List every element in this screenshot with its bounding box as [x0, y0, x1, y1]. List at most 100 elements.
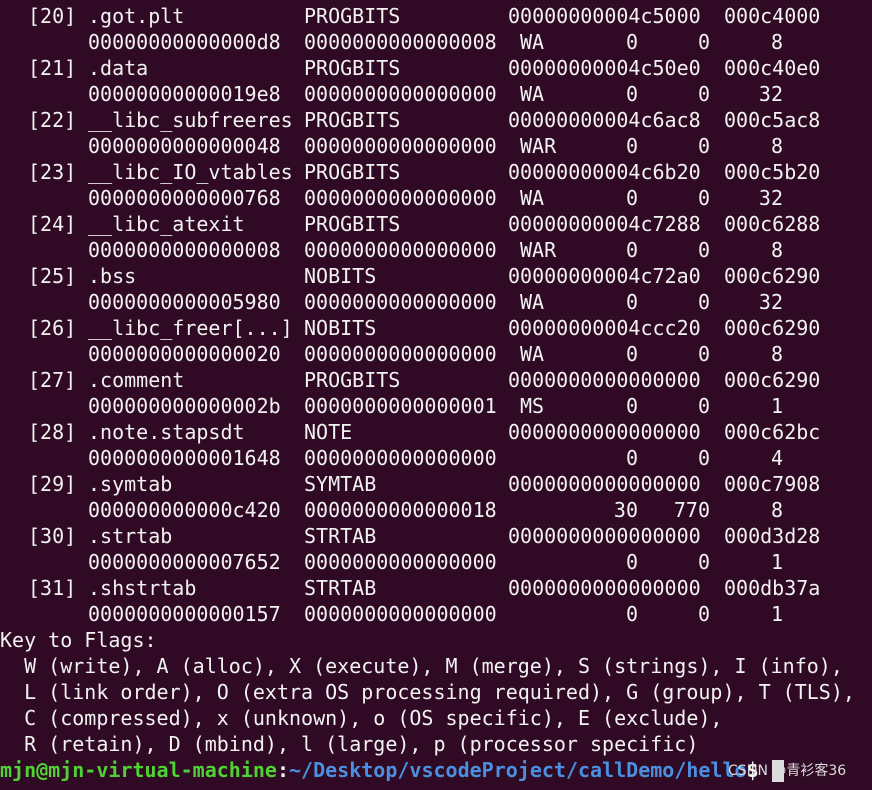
- section-flags: WA: [520, 342, 545, 366]
- section-info: 0: [697, 30, 710, 54]
- section-offset: 000c4000: [724, 4, 821, 28]
- section-link: 0: [625, 342, 638, 366]
- section-name: .strtab: [88, 524, 173, 548]
- key-to-flags-line: C (compressed), x (unknown), o (OS speci…: [0, 706, 723, 730]
- section-offset: 000c6290: [724, 316, 821, 340]
- section-index: [20]: [28, 4, 77, 28]
- section-offset: 000d3d28: [724, 524, 821, 548]
- section-type: PROGBITS: [304, 368, 401, 392]
- section-address: 00000000004c5000: [508, 4, 701, 28]
- section-align: 8: [770, 498, 783, 522]
- section-type: PROGBITS: [304, 160, 401, 184]
- section-offset: 000c5ac8: [724, 108, 821, 132]
- section-row: [20] .got.plt PROGBITS 00000000004c5000 000c…: [0, 3, 872, 29]
- section-size: 0000000000000157: [88, 602, 281, 626]
- section-row-detail: 0000000000000768 0000000000000000 WA 0 0 32: [0, 185, 872, 211]
- section-index: [31]: [28, 576, 77, 600]
- section-type: PROGBITS: [304, 108, 401, 132]
- section-name: __libc_subfreeres: [88, 108, 293, 132]
- section-name: .note.stapsdt: [88, 420, 245, 444]
- key-to-flags-line: L (link order), O (extra OS processing r…: [0, 680, 855, 704]
- section-offset: 000c62bc: [724, 420, 821, 444]
- section-row: [30] .strtab STRTAB 0000000000000000 000d3d2…: [0, 523, 872, 549]
- section-row: [23] __libc_IO_vtables PROGBITS 00000000004…: [0, 159, 872, 185]
- section-address: 0000000000000000: [508, 472, 701, 496]
- section-link: 0: [625, 134, 638, 158]
- section-index: [26]: [28, 316, 77, 340]
- section-type: SYMTAB: [304, 472, 377, 496]
- section-entsize: 0000000000000000: [304, 550, 497, 574]
- section-info: 0: [697, 290, 710, 314]
- section-address: 00000000004c50e0: [508, 56, 701, 80]
- section-flags: WAR: [520, 134, 557, 158]
- section-size: 0000000000001648: [88, 446, 281, 470]
- section-link: 0: [625, 238, 638, 262]
- section-row-detail: 000000000000c420 0000000000000018 30 770 8: [0, 497, 872, 523]
- section-align: 8: [770, 238, 783, 262]
- section-entsize: 0000000000000000: [304, 602, 497, 626]
- section-name: __libc_atexit: [88, 212, 245, 236]
- section-size: 00000000000019e8: [88, 82, 281, 106]
- section-entsize: 0000000000000000: [304, 82, 497, 106]
- prompt-path: ~/Desktop/vscodeProject/callDemo/hello: [289, 758, 747, 782]
- section-index: [25]: [28, 264, 77, 288]
- shell-prompt[interactable]: mjn@mjn-virtual-machine:~/Desktop/vscode…: [0, 757, 759, 783]
- section-index: [30]: [28, 524, 77, 548]
- section-flags: WAR: [520, 238, 557, 262]
- section-row: [24] __libc_atexit PROGBITS 00000000004c728…: [0, 211, 872, 237]
- section-type: STRTAB: [304, 576, 377, 600]
- section-address: 0000000000000000: [508, 576, 701, 600]
- section-link: 0: [625, 82, 638, 106]
- section-name: __libc_IO_vtables: [88, 160, 293, 184]
- section-row: [29] .symtab SYMTAB 0000000000000000 000c790…: [0, 471, 872, 497]
- section-type: NOBITS: [304, 264, 377, 288]
- section-row-detail: 000000000000002b 0000000000000001 MS 0 0 1: [0, 393, 872, 419]
- section-size: 0000000000005980: [88, 290, 281, 314]
- section-address: 00000000004c6ac8: [508, 108, 701, 132]
- section-entsize: 0000000000000008: [304, 30, 497, 54]
- section-size: 0000000000000768: [88, 186, 281, 210]
- section-info: 0: [697, 186, 710, 210]
- section-row: [28] .note.stapsdt NOTE 0000000000000000 000…: [0, 419, 872, 445]
- section-align: 1: [770, 550, 783, 574]
- section-size: 000000000000c420: [88, 498, 281, 522]
- section-address: 00000000004c72a0: [508, 264, 701, 288]
- section-offset: 000c6288: [724, 212, 821, 236]
- section-offset: 000c6290: [724, 368, 821, 392]
- section-info: 0: [697, 238, 710, 262]
- section-align: 4: [770, 446, 783, 470]
- section-size: 000000000000002b: [88, 394, 281, 418]
- section-address: 00000000004ccc20: [508, 316, 701, 340]
- section-row-detail: 0000000000000048 0000000000000000 WAR 0 0 8: [0, 133, 872, 159]
- section-address: 00000000004c6b20: [508, 160, 701, 184]
- section-name: .shstrtab: [88, 576, 197, 600]
- section-flags: MS: [520, 394, 545, 418]
- section-row-detail: 00000000000000d8 0000000000000008 WA 0 0 8: [0, 29, 872, 55]
- section-row-detail: 0000000000007652 0000000000000000 0 0 1: [0, 549, 872, 575]
- section-align: 8: [770, 30, 783, 54]
- section-size: 0000000000000048: [88, 134, 281, 158]
- terminal-window[interactable]: [20] .got.plt PROGBITS 00000000004c5000 000c…: [0, 0, 872, 790]
- section-offset: 000c7908: [724, 472, 821, 496]
- section-row-detail: 0000000000001648 0000000000000000 0 0 4: [0, 445, 872, 471]
- section-flags: WA: [520, 290, 545, 314]
- section-size: 0000000000000020: [88, 342, 281, 366]
- section-index: [23]: [28, 160, 77, 184]
- section-info: 0: [697, 602, 710, 626]
- section-link: 0: [625, 602, 638, 626]
- section-link: 30: [613, 498, 638, 522]
- section-entsize: 0000000000000000: [304, 134, 497, 158]
- section-row-detail: 0000000000000157 0000000000000000 0 0 1: [0, 601, 872, 627]
- section-info: 0: [697, 394, 710, 418]
- section-entsize: 0000000000000000: [304, 290, 497, 314]
- section-flags: WA: [520, 82, 545, 106]
- key-to-flags-heading: Key to Flags:: [0, 628, 157, 652]
- section-index: [21]: [28, 56, 77, 80]
- section-row: [27] .comment PROGBITS 0000000000000000 000c…: [0, 367, 872, 393]
- section-align: 8: [770, 342, 783, 366]
- section-index: [27]: [28, 368, 77, 392]
- section-link: 0: [625, 550, 638, 574]
- section-align: 32: [758, 290, 783, 314]
- section-type: STRTAB: [304, 524, 377, 548]
- section-align: 32: [758, 82, 783, 106]
